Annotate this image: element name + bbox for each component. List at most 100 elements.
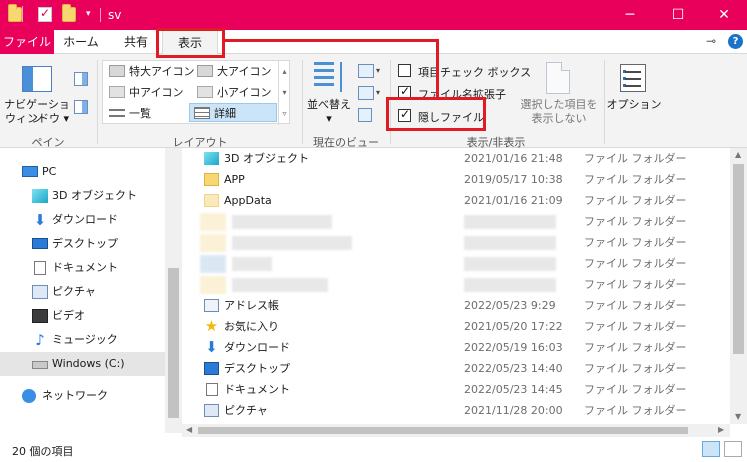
scroll-up-icon[interactable]: ▲ [735,150,741,159]
file-row[interactable]: ドキュメント 2022/05/23 14:45 ファイル フォルダー [182,379,730,400]
folder-icon [8,4,22,22]
nav-item-windows-c[interactable]: Windows (C:) [0,352,165,376]
blurred-icon [200,255,226,273]
scroll-right-icon[interactable]: ▶ [718,425,724,434]
navigation-pane: PC 3D オブジェクト ⬇ ダウンロード デスクトップ ドキュメント ピクチャ… [0,148,165,433]
file-list-horizontal-scrollbar[interactable]: ◀ ▶ [182,424,730,437]
properties-icon[interactable] [38,6,52,22]
layout-gallery: 特大アイコン 大アイコン 中アイコン 小アイコン 一覧 詳細 ▴ ▾ ▿ [102,60,290,125]
tab-home[interactable]: ホーム [58,30,104,54]
file-row[interactable]: ⬇ ダウンロード 2022/05/19 16:03 ファイル フォルダー [182,337,730,358]
maximize-button[interactable]: ☐ [655,0,701,30]
divider [97,60,98,144]
file-list-vertical-scrollbar[interactable]: ▲ ▼ [730,148,747,424]
3d-objects-icon [204,152,219,165]
details-pane-icon[interactable] [74,100,88,114]
ribbon: ナビゲーション ウィンドウ ▾ ペイン 特大アイコン 大アイコン 中アイコン 小… [0,54,747,149]
sort-by-caret-icon[interactable]: ▾ [322,112,336,126]
pc-icon [22,166,38,177]
layout-extra-large-icons[interactable]: 特大アイコン [105,62,195,81]
item-count: 20 個の項目 [12,445,74,458]
details-icon [194,107,210,119]
item-checkbox-toggle[interactable] [398,64,411,77]
file-row[interactable]: デスクトップ 2022/05/23 14:40 ファイル フォルダー [182,358,730,379]
blurred-name [232,215,332,229]
drive-icon [32,361,48,369]
blurred-name [232,278,328,292]
quick-access-caret-icon[interactable]: ▾ [86,9,91,19]
nav-item-pictures[interactable]: ピクチャ [0,280,165,304]
layout-list[interactable]: 一覧 [105,104,195,123]
document-icon [206,383,218,396]
annotation-box-hidden-files [386,97,486,131]
layout-small-icons[interactable]: 小アイコン [193,83,283,102]
file-list-scrollbar-thumb[interactable] [733,164,744,354]
nav-scrollbar-thumb[interactable] [168,268,179,418]
music-icon: ♪ [35,331,45,349]
file-row[interactable]: ファイル フォルダー [182,211,730,232]
blurred-icon [200,276,226,294]
star-icon: ★ [204,317,219,335]
pin-icon[interactable]: ⊸ [706,34,716,48]
file-row[interactable]: アドレス帳 2022/05/23 9:29 ファイル フォルダー [182,295,730,316]
nav-item-downloads[interactable]: ⬇ ダウンロード [0,208,165,232]
navigation-pane-label-2[interactable]: ウィンドウ ▾ [4,112,70,126]
nav-item-documents[interactable]: ドキュメント [0,256,165,280]
document-icon [34,261,46,275]
large-icons-view-toggle-icon[interactable] [724,441,742,457]
nav-item-3d-objects[interactable]: 3D オブジェクト [0,184,165,208]
file-row[interactable]: ファイル フォルダー [182,253,730,274]
group-by-icon[interactable] [358,64,374,78]
group-by-caret-icon[interactable]: ▾ [376,66,380,75]
file-row[interactable]: ★ お気に入り 2021/05/20 17:22 ファイル フォルダー [182,316,730,337]
list-icon [109,109,125,117]
file-row[interactable]: AppData 2021/01/16 21:09 ファイル フォルダー [182,190,730,211]
file-row[interactable]: ピクチャ 2021/11/28 20:00 ファイル フォルダー [182,400,730,421]
layout-details[interactable]: 詳細 [189,103,277,122]
item-checkbox-label[interactable]: 項目チェック ボックス [418,64,531,80]
help-icon[interactable]: ? [728,34,743,49]
file-row[interactable]: ファイル フォルダー [182,274,730,295]
blurred-date [464,215,556,229]
extra-large-icons-icon [109,65,125,77]
window-title: sv [108,8,122,22]
layout-scroll[interactable]: ▴ ▾ ▿ [278,61,290,125]
video-icon [32,309,48,323]
tab-share[interactable]: 共有 [114,30,158,54]
details-view-toggle-icon[interactable] [702,441,720,457]
add-columns-caret-icon[interactable]: ▾ [376,88,380,97]
scroll-left-icon[interactable]: ◀ [186,425,192,434]
file-list-hscrollbar-thumb[interactable] [198,427,688,434]
tab-file[interactable]: ファイル [0,30,54,54]
new-folder-icon[interactable] [62,4,76,22]
layout-large-icons[interactable]: 大アイコン [193,62,283,81]
nav-scrollbar[interactable] [165,148,182,433]
nav-item-network[interactable]: ネットワーク [0,384,165,408]
scroll-down-icon[interactable]: ▼ [735,412,741,421]
file-row[interactable]: ファイル フォルダー [182,232,730,253]
nav-item-desktop[interactable]: デスクトップ [0,232,165,256]
layout-medium-icons[interactable]: 中アイコン [105,83,195,102]
minimize-button[interactable]: ─ [607,0,653,30]
file-row[interactable]: APP 2019/05/17 10:38 ファイル フォルダー [182,169,730,190]
pictures-icon [32,285,48,299]
nav-item-pc[interactable]: PC [0,160,165,184]
hide-selected-icon [546,62,570,94]
medium-icons-icon [109,86,125,98]
navigation-pane-icon[interactable] [22,66,52,92]
blurred-icon [200,213,226,231]
sort-arrow-icon [340,62,342,92]
preview-pane-icon[interactable] [74,72,88,86]
blurred-date [464,236,556,250]
status-bar: 20 個の項目 [0,437,747,462]
nav-item-videos[interactable]: ビデオ [0,304,165,328]
options-icon[interactable] [620,64,646,92]
file-row[interactable]: 3D オブジェクト 2021/01/16 21:48 ファイル フォルダー [182,148,730,169]
close-button[interactable]: ✕ [701,0,747,30]
options-button[interactable]: オプション [606,98,662,112]
size-columns-icon[interactable] [358,108,372,122]
add-columns-icon[interactable] [358,86,374,100]
nav-item-music[interactable]: ♪ ミュージック [0,328,165,352]
sort-by-button[interactable]: 並べ替え [304,98,354,112]
3d-objects-icon [32,189,48,203]
